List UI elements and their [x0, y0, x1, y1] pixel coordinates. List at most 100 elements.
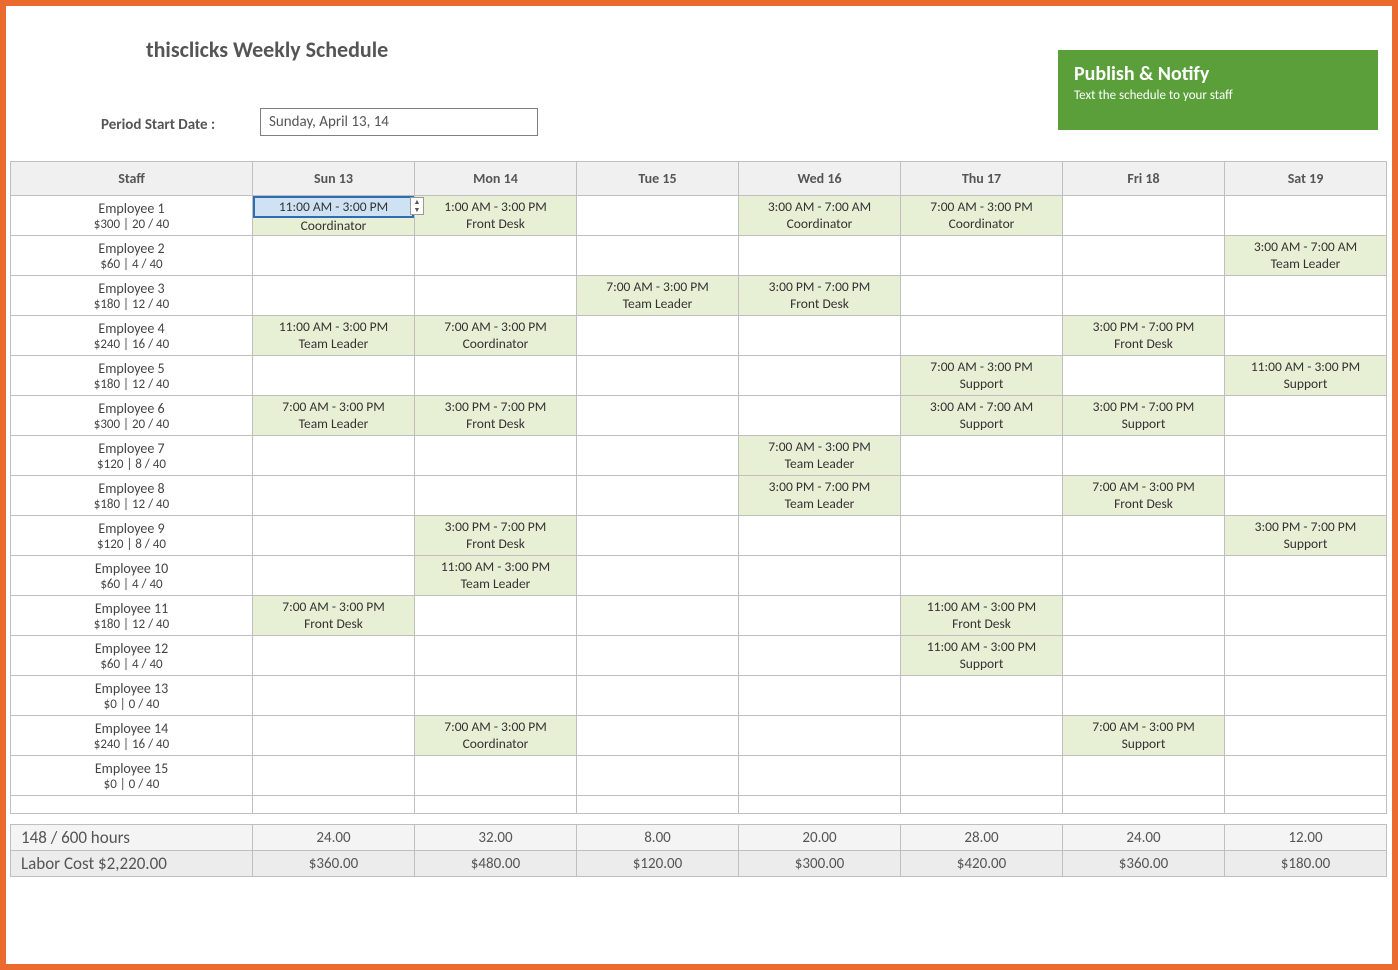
- shift[interactable]: 7:00 AM - 3:00 PMTeam Leader: [253, 396, 414, 435]
- shift-cell[interactable]: [1225, 196, 1387, 236]
- shift-cell[interactable]: 1:00 AM - 3:00 PMFront Desk: [415, 196, 577, 236]
- shift-cell[interactable]: [415, 676, 577, 716]
- shift[interactable]: 3:00 PM - 7:00 PMSupport: [1225, 516, 1386, 555]
- shift-cell[interactable]: [1063, 196, 1225, 236]
- shift-cell[interactable]: [739, 596, 901, 636]
- shift-cell[interactable]: [577, 636, 739, 676]
- shift[interactable]: 7:00 AM - 3:00 PMSupport: [901, 356, 1062, 395]
- shift-cell[interactable]: 7:00 AM - 3:00 PMCoordinator: [901, 196, 1063, 236]
- shift-cell[interactable]: [1225, 636, 1387, 676]
- shift[interactable]: 7:00 AM - 3:00 PMCoordinator: [415, 316, 576, 355]
- shift-cell[interactable]: [415, 636, 577, 676]
- shift[interactable]: 7:00 AM - 3:00 PMCoordinator: [901, 196, 1062, 235]
- shift-cell[interactable]: [253, 476, 415, 516]
- employee-cell[interactable]: Employee 5$180 | 12 / 40: [11, 356, 253, 396]
- shift-cell[interactable]: 7:00 AM - 3:00 PMSupport: [1063, 716, 1225, 756]
- shift[interactable]: 3:00 AM - 7:00 AMCoordinator: [739, 196, 900, 235]
- shift-cell[interactable]: 7:00 AM - 3:00 PMSupport: [901, 356, 1063, 396]
- shift-cell[interactable]: [1225, 436, 1387, 476]
- shift-cell[interactable]: [1063, 436, 1225, 476]
- shift-cell[interactable]: [1063, 276, 1225, 316]
- shift-cell[interactable]: [253, 756, 415, 796]
- shift-cell[interactable]: [739, 316, 901, 356]
- shift-cell[interactable]: 3:00 PM - 7:00 PMFront Desk: [415, 396, 577, 436]
- shift-cell[interactable]: 7:00 AM - 3:00 PMTeam Leader: [577, 276, 739, 316]
- shift-cell[interactable]: 7:00 AM - 3:00 PMFront Desk: [253, 596, 415, 636]
- shift-cell[interactable]: 11:00 AM - 3:00 PMTeam Leader: [415, 556, 577, 596]
- shift-cell[interactable]: 3:00 PM - 7:00 PMFront Desk: [739, 276, 901, 316]
- shift[interactable]: 7:00 AM - 3:00 PMSupport: [1063, 716, 1224, 755]
- shift[interactable]: 3:00 PM - 7:00 PMFront Desk: [415, 516, 576, 555]
- shift-cell[interactable]: [577, 716, 739, 756]
- shift[interactable]: 11:00 AM - 3:00 PM▲▼Coordinator: [253, 196, 414, 235]
- shift-cell[interactable]: 7:00 AM - 3:00 PMFront Desk: [1063, 476, 1225, 516]
- shift-cell[interactable]: [901, 676, 1063, 716]
- shift-cell[interactable]: [577, 516, 739, 556]
- shift-cell[interactable]: [253, 636, 415, 676]
- shift-cell[interactable]: 7:00 AM - 3:00 PMTeam Leader: [739, 436, 901, 476]
- shift-cell[interactable]: [577, 316, 739, 356]
- shift-cell[interactable]: [1225, 476, 1387, 516]
- employee-cell[interactable]: Employee 9$120 | 8 / 40: [11, 516, 253, 556]
- shift[interactable]: 3:00 PM - 7:00 PMSupport: [1063, 396, 1224, 435]
- shift-cell[interactable]: [1063, 636, 1225, 676]
- shift-time-selected[interactable]: 11:00 AM - 3:00 PM: [253, 196, 414, 218]
- time-stepper-icon[interactable]: ▲▼: [410, 197, 424, 215]
- shift[interactable]: 3:00 PM - 7:00 PMFront Desk: [1063, 316, 1224, 355]
- period-start-input[interactable]: Sunday, April 13, 14: [260, 108, 538, 136]
- shift-cell[interactable]: 7:00 AM - 3:00 PMTeam Leader: [253, 396, 415, 436]
- shift[interactable]: 7:00 AM - 3:00 PMFront Desk: [1063, 476, 1224, 515]
- shift-cell[interactable]: [739, 236, 901, 276]
- shift-cell[interactable]: [1063, 556, 1225, 596]
- shift-cell[interactable]: [1225, 596, 1387, 636]
- shift-cell[interactable]: [1225, 756, 1387, 796]
- employee-cell[interactable]: Employee 10$60 | 4 / 40: [11, 556, 253, 596]
- shift-cell[interactable]: [577, 596, 739, 636]
- shift-cell[interactable]: [415, 476, 577, 516]
- shift-cell[interactable]: [253, 556, 415, 596]
- shift[interactable]: 7:00 AM - 3:00 PMFront Desk: [253, 596, 414, 635]
- shift-cell[interactable]: [1225, 276, 1387, 316]
- shift[interactable]: 7:00 AM - 3:00 PMCoordinator: [415, 716, 576, 755]
- shift-cell[interactable]: [901, 276, 1063, 316]
- shift-cell[interactable]: [1063, 756, 1225, 796]
- shift-cell[interactable]: 7:00 AM - 3:00 PMCoordinator: [415, 316, 577, 356]
- shift-cell[interactable]: [901, 316, 1063, 356]
- shift-cell[interactable]: 3:00 PM - 7:00 PMTeam Leader: [739, 476, 901, 516]
- shift-cell[interactable]: [1225, 676, 1387, 716]
- shift-cell[interactable]: [415, 756, 577, 796]
- employee-cell[interactable]: Employee 15$0 | 0 / 40: [11, 756, 253, 796]
- shift[interactable]: 3:00 PM - 7:00 PMTeam Leader: [739, 476, 900, 515]
- shift-cell[interactable]: [1063, 236, 1225, 276]
- employee-cell[interactable]: Employee 1$300 | 20 / 40: [11, 196, 253, 236]
- shift-cell[interactable]: [901, 556, 1063, 596]
- shift-cell[interactable]: [577, 756, 739, 796]
- shift-cell[interactable]: [1063, 596, 1225, 636]
- shift-cell[interactable]: [901, 716, 1063, 756]
- shift-cell[interactable]: [415, 356, 577, 396]
- shift-cell[interactable]: 3:00 PM - 7:00 PMFront Desk: [1063, 316, 1225, 356]
- shift-cell[interactable]: [1225, 716, 1387, 756]
- shift-cell[interactable]: [1063, 676, 1225, 716]
- shift-cell[interactable]: 3:00 PM - 7:00 PMSupport: [1225, 516, 1387, 556]
- employee-cell[interactable]: Employee 11$180 | 12 / 40: [11, 596, 253, 636]
- shift-cell[interactable]: 11:00 AM - 3:00 PMSupport: [901, 636, 1063, 676]
- shift-cell[interactable]: [253, 436, 415, 476]
- employee-cell[interactable]: Employee 12$60 | 4 / 40: [11, 636, 253, 676]
- shift[interactable]: 3:00 AM - 7:00 AMTeam Leader: [1225, 236, 1386, 275]
- shift-cell[interactable]: [577, 436, 739, 476]
- shift-cell[interactable]: [1225, 396, 1387, 436]
- shift[interactable]: 11:00 AM - 3:00 PMSupport: [901, 636, 1062, 675]
- shift-cell[interactable]: [577, 476, 739, 516]
- employee-cell[interactable]: Employee 4$240 | 16 / 40: [11, 316, 253, 356]
- employee-cell[interactable]: Employee 3$180 | 12 / 40: [11, 276, 253, 316]
- shift-cell[interactable]: [253, 676, 415, 716]
- shift-cell[interactable]: 3:00 AM - 7:00 AMTeam Leader: [1225, 236, 1387, 276]
- shift-cell[interactable]: 11:00 AM - 3:00 PMSupport: [1225, 356, 1387, 396]
- shift-cell[interactable]: [415, 436, 577, 476]
- shift-cell[interactable]: [253, 276, 415, 316]
- shift-cell[interactable]: 11:00 AM - 3:00 PMTeam Leader: [253, 316, 415, 356]
- shift-cell[interactable]: [253, 356, 415, 396]
- shift-cell[interactable]: [1225, 556, 1387, 596]
- shift-cell[interactable]: 7:00 AM - 3:00 PMCoordinator: [415, 716, 577, 756]
